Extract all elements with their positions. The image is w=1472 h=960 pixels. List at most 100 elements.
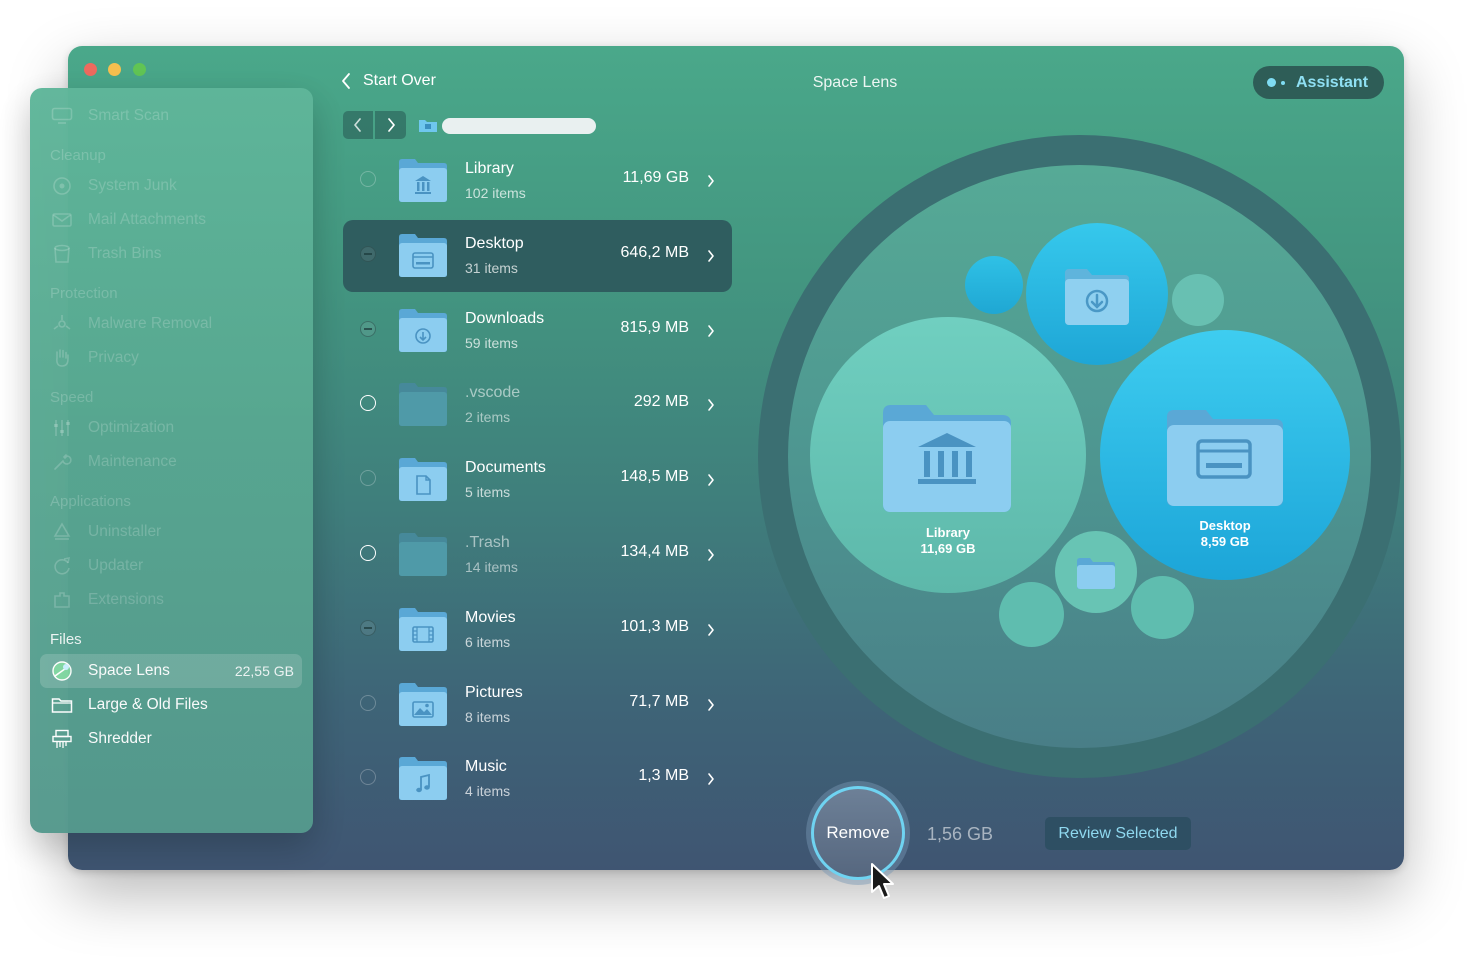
sidebar-item-uninstaller[interactable]: Uninstaller	[50, 517, 161, 547]
file-size: 71,7 MB	[629, 692, 689, 710]
sidebar-item-trash-bins[interactable]: Trash Bins	[50, 239, 162, 269]
sidebar-item-extensions[interactable]: Extensions	[50, 585, 164, 615]
section-heading-protection: Protection	[50, 285, 118, 302]
sidebar-item-malware-removal[interactable]: Malware Removal	[50, 309, 212, 339]
chevron-right-icon[interactable]	[707, 473, 715, 487]
minimize-window-button[interactable]	[108, 63, 121, 76]
chevron-right-icon[interactable]	[707, 249, 715, 263]
file-size: 134,4 MB	[620, 543, 689, 560]
review-selected-button[interactable]: Review Selected	[1045, 817, 1191, 850]
file-row-pictures[interactable]: Pictures 8 items 71,7 MB	[343, 669, 732, 741]
chevron-right-icon[interactable]	[707, 772, 715, 786]
uninstaller-icon	[50, 521, 74, 543]
mouse-cursor-icon	[871, 863, 894, 899]
library-bubble-name: Library	[925, 525, 971, 540]
file-row-music[interactable]: Music 4 items 1,3 MB	[343, 743, 732, 815]
chevron-right-icon[interactable]	[707, 548, 715, 562]
file-item-count: 14 items	[465, 559, 518, 575]
assistant-label: Assistant	[1296, 73, 1369, 91]
plain-folder-icon	[399, 383, 447, 427]
file-item-count: 102 items	[465, 185, 526, 201]
disk-icon	[50, 175, 74, 197]
home-folder-icon	[419, 120, 437, 132]
assistant-dot-icon	[1267, 78, 1276, 87]
chevron-left-icon	[354, 118, 361, 132]
sidebar-item-label: Malware Removal	[88, 315, 213, 332]
start-over-button[interactable]: Start Over	[340, 72, 436, 90]
sidebar-item-optimization[interactable]: Optimization	[50, 413, 174, 443]
file-row-downloads[interactable]: Downloads 59 items 815,9 MB	[343, 295, 732, 367]
select-checkbox[interactable]	[360, 470, 376, 487]
bubble-small-top-right[interactable]	[1172, 274, 1224, 326]
sidebar-item-space-lens[interactable]: Space Lens 22,55 GB	[50, 656, 294, 686]
nav-back-button[interactable]	[343, 111, 373, 139]
select-checkbox[interactable]	[360, 320, 376, 337]
file-name: Pictures	[465, 683, 523, 701]
select-checkbox[interactable]	[360, 395, 376, 412]
sidebar-item-large-old-files[interactable]: Large & Old Files	[50, 690, 208, 720]
select-checkbox[interactable]	[360, 171, 376, 187]
file-size: 815,9 MB	[620, 318, 689, 336]
file-item-count: 2 items	[465, 409, 511, 426]
sidebar-item-smart-scan[interactable]: Smart Scan	[50, 101, 169, 131]
section-heading-cleanup: Cleanup	[50, 147, 106, 164]
file-name: Movies	[465, 608, 516, 626]
file-name: Music	[465, 758, 507, 776]
sidebar-item-system-junk[interactable]: System Junk	[50, 171, 177, 201]
selected-size: 1,56 GB	[927, 824, 994, 844]
file-size: 1,3 MB	[638, 767, 689, 785]
folder-icon	[50, 694, 74, 716]
file-size: 11,69 GB	[622, 169, 689, 186]
assistant-dot-small-icon	[1281, 80, 1285, 85]
section-heading-files: Files	[50, 631, 82, 648]
sidebar-item-label: Maintenance	[88, 453, 177, 470]
sidebar-item-label: Smart Scan	[88, 107, 169, 124]
sidebar-item-privacy[interactable]: Privacy	[50, 343, 139, 373]
hand-icon	[50, 347, 74, 369]
file-row-vscode[interactable]: .vscode 2 items 292 MB	[343, 369, 732, 441]
space-lens-icon	[50, 660, 74, 682]
sidebar-item-label: Shredder	[88, 730, 152, 747]
bubble-small-bottom-right[interactable]	[1131, 576, 1194, 639]
chevron-right-icon[interactable]	[707, 398, 715, 412]
file-name: Downloads	[465, 309, 545, 327]
file-item-count: 5 items	[465, 484, 511, 501]
select-checkbox[interactable]	[360, 245, 376, 262]
file-row-library[interactable]: Library 102 items 11,69 GB	[343, 145, 732, 217]
select-checkbox[interactable]	[360, 694, 376, 711]
chevron-right-icon[interactable]	[707, 174, 715, 188]
sidebar-item-shredder[interactable]: Shredder	[50, 724, 152, 754]
sidebar-item-maintenance[interactable]: Maintenance	[50, 447, 177, 477]
file-row-desktop[interactable]: Desktop 31 items 646,2 MB	[343, 219, 732, 292]
sidebar-item-mail-attachments[interactable]: Mail Attachments	[50, 205, 206, 235]
bubble-small-top-left[interactable]	[965, 256, 1023, 314]
bubble-small-bottom-left[interactable]	[999, 582, 1064, 647]
movies-folder-icon	[399, 607, 447, 651]
sidebar-item-label: Space Lens	[88, 662, 170, 679]
file-name: Desktop	[465, 234, 524, 252]
file-row-documents[interactable]: Documents 5 items 148,5 MB	[343, 444, 732, 516]
window-title: Space Lens	[812, 74, 898, 91]
file-row-trash[interactable]: .Trash 14 items 134,4 MB	[343, 519, 732, 591]
select-checkbox[interactable]	[360, 545, 376, 561]
nav-forward-button[interactable]	[375, 111, 406, 139]
select-checkbox[interactable]	[360, 769, 376, 786]
sidebar-item-updater[interactable]: Updater	[50, 551, 143, 581]
close-window-button[interactable]	[84, 63, 97, 76]
space-lens-size: 22,55 GB	[234, 663, 294, 679]
library-folder-icon	[883, 405, 1011, 512]
desktop-bubble-size: 8,59 GB	[1200, 534, 1250, 549]
path-bar[interactable]	[442, 118, 596, 134]
select-checkbox[interactable]	[360, 619, 376, 636]
review-selected-label: Review Selected	[1058, 824, 1178, 842]
chevron-right-icon[interactable]	[707, 698, 715, 712]
chevron-right-icon[interactable]	[707, 324, 715, 338]
zoom-window-button[interactable]	[133, 63, 146, 76]
sidebar-item-label: System Junk	[88, 177, 177, 194]
sidebar: Smart Scan Cleanup System Junk Mail Atta…	[30, 88, 313, 833]
file-size: 292 MB	[633, 393, 689, 411]
file-row-movies[interactable]: Movies 6 items 101,3 MB	[343, 594, 732, 666]
music-folder-icon	[399, 757, 447, 801]
assistant-button[interactable]: Assistant	[1253, 66, 1384, 99]
chevron-right-icon[interactable]	[707, 623, 715, 637]
